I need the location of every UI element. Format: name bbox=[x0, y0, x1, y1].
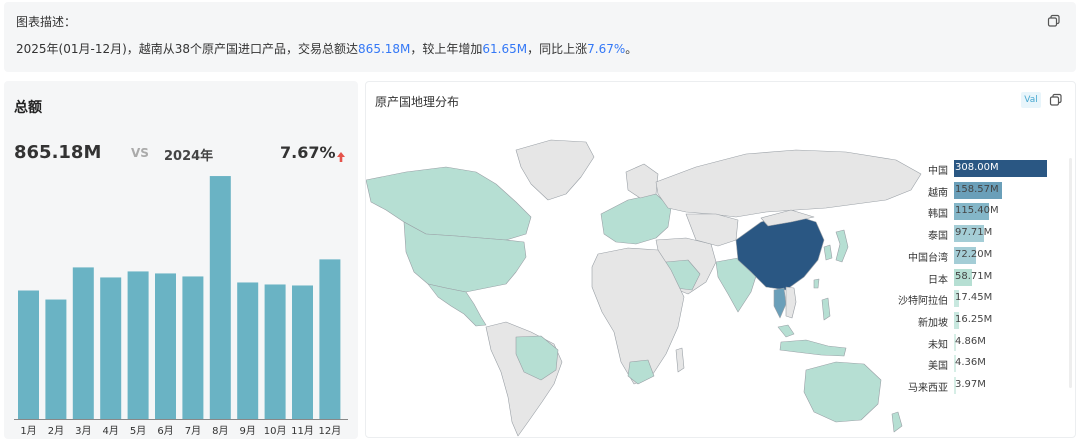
legend-value: 17.45M bbox=[955, 292, 993, 304]
val-toggle-button[interactable]: Val bbox=[1021, 92, 1041, 108]
legend-country-name: 沙特阿拉伯 bbox=[898, 296, 948, 308]
legend-country-name: 泰国 bbox=[928, 231, 948, 243]
bar-6月[interactable] bbox=[155, 273, 176, 419]
legend-scrollbar[interactable] bbox=[1069, 158, 1072, 388]
legend-row[interactable]: 中国台湾 72.20M bbox=[886, 246, 1076, 266]
map-region-scandinavia bbox=[625, 163, 659, 199]
legend-country-name: 未知 bbox=[928, 339, 948, 351]
map-region-mexico bbox=[427, 283, 487, 327]
legend-value: 16.25M bbox=[955, 313, 993, 325]
legend-value: 97.71M bbox=[955, 227, 993, 239]
bar-8月[interactable] bbox=[209, 176, 231, 419]
bar-11月[interactable] bbox=[292, 285, 313, 419]
map-region-taiwan bbox=[813, 278, 820, 289]
legend-country-name: 美国 bbox=[928, 361, 948, 373]
x-tick-label: 10月 bbox=[264, 425, 287, 437]
x-tick-label: 8月 bbox=[212, 425, 228, 437]
bar-12月[interactable] bbox=[319, 259, 341, 419]
total-panel: 总额 865.18M VS 2024年 7.67% 1月 2月 3月 4月 5月 6月 7月… bbox=[4, 81, 358, 439]
legend-country-name: 中国台湾 bbox=[908, 252, 948, 264]
x-tick-label: 9月 bbox=[240, 425, 256, 437]
map-region-australia bbox=[803, 361, 882, 423]
legend-country-name: 中国 bbox=[928, 166, 948, 177]
legend-row[interactable]: 越南 158.57M bbox=[886, 181, 1076, 201]
legend-country-name: 日本 bbox=[928, 274, 948, 286]
legend-row[interactable]: 美国 4.36M bbox=[886, 354, 1076, 374]
copy-icon[interactable] bbox=[1047, 14, 1061, 28]
x-tick-label: 11月 bbox=[291, 425, 314, 437]
x-tick-label: 12月 bbox=[319, 425, 342, 437]
map-region-new-zealand bbox=[891, 411, 903, 433]
bar-5月[interactable] bbox=[127, 271, 149, 419]
world-map[interactable] bbox=[366, 122, 926, 438]
map-title: 原产国地理分布 bbox=[375, 95, 460, 109]
description-text-part-1: 2025年(01月-12月)，越南从38个原产国进口产品，交易总额达 bbox=[16, 42, 359, 56]
description-text-part-2: ，较上年增加 bbox=[410, 42, 483, 56]
legend-row[interactable]: 日本 58.71M bbox=[886, 268, 1076, 288]
legend-row[interactable]: 沙特阿拉伯 17.45M bbox=[886, 289, 1076, 309]
map-panel: 原产国地理分布 Val 中国 308.00M 越南 158.57M 韩国 115… bbox=[365, 81, 1076, 438]
description-title: 图表描述： bbox=[16, 15, 77, 29]
legend-row[interactable]: 未知 4.86M bbox=[886, 333, 1076, 353]
bar-7月[interactable] bbox=[182, 276, 204, 419]
description-text-part-4: 。 bbox=[625, 42, 638, 56]
bar-3月[interactable] bbox=[72, 267, 94, 419]
map-region-korea bbox=[823, 244, 833, 261]
map-region-vietnam bbox=[785, 286, 797, 319]
x-tick-label: 1月 bbox=[20, 425, 36, 437]
x-tick-label: 6月 bbox=[157, 425, 173, 437]
legend-value: 4.36M bbox=[955, 357, 986, 369]
x-tick-label: 3月 bbox=[75, 425, 91, 437]
description-text: 2025年(01月-12月)，越南从38个原产国进口产品，交易总额达865.18… bbox=[16, 40, 637, 57]
copy-icon[interactable] bbox=[1049, 93, 1063, 107]
bar-9月[interactable] bbox=[237, 282, 259, 419]
legend-country-name: 马来西亚 bbox=[908, 383, 948, 394]
description-growth: 7.67% bbox=[587, 42, 626, 56]
monthly-bar-chart: 1月 2月 3月 4月 5月 6月 7月 8月 9月 10月 11月 12月 bbox=[14, 176, 348, 437]
map-region-madagascar bbox=[675, 347, 685, 373]
map-region-malaysia bbox=[777, 324, 795, 338]
map-region-japan bbox=[835, 229, 849, 263]
map-region-indonesia bbox=[779, 339, 847, 357]
legend-row[interactable]: 新加坡 16.25M bbox=[886, 311, 1076, 331]
legend-value: 4.86M bbox=[955, 335, 986, 347]
map-region-canada bbox=[366, 166, 532, 241]
legend-value: 115.40M bbox=[955, 205, 999, 217]
legend-value: 158.57M bbox=[955, 183, 999, 195]
x-tick-label: 2月 bbox=[48, 425, 64, 437]
bar-10月[interactable] bbox=[264, 284, 286, 419]
map-region-thailand bbox=[773, 287, 787, 319]
description-total: 865.18M bbox=[358, 42, 411, 56]
legend-value: 308.00M bbox=[955, 162, 999, 173]
description-text-part-3: ，同比上涨 bbox=[527, 42, 588, 56]
x-tick-label: 5月 bbox=[130, 425, 146, 437]
legend-value: 3.97M bbox=[955, 379, 986, 390]
legend-country-name: 越南 bbox=[928, 187, 948, 199]
x-tick-label: 7月 bbox=[185, 425, 201, 437]
legend-row[interactable]: 中国 308.00M bbox=[886, 159, 1076, 179]
legend-row[interactable]: 韩国 115.40M bbox=[886, 202, 1076, 222]
x-tick-label: 4月 bbox=[103, 425, 119, 437]
map-region-russia bbox=[655, 149, 922, 218]
legend-country-name: 韩国 bbox=[928, 209, 948, 221]
map-region-greenland bbox=[515, 139, 595, 201]
description-increase: 61.65M bbox=[482, 42, 528, 56]
map-region-philippines bbox=[821, 297, 831, 321]
legend-row[interactable]: 马来西亚 3.97M bbox=[886, 376, 1076, 396]
bar-4月[interactable] bbox=[100, 277, 122, 419]
map-region-europe bbox=[600, 193, 672, 245]
legend-country-name: 新加坡 bbox=[918, 317, 948, 329]
legend-value: 58.71M bbox=[955, 270, 993, 282]
legend-row[interactable]: 泰国 97.71M bbox=[886, 224, 1076, 244]
chart-description: 图表描述： 2025年(01月-12月)，越南从38个原产国进口产品，交易总额达… bbox=[4, 2, 1076, 72]
bar-1月[interactable] bbox=[18, 290, 39, 420]
legend-value: 72.20M bbox=[955, 248, 993, 260]
bar-2月[interactable] bbox=[45, 299, 67, 419]
